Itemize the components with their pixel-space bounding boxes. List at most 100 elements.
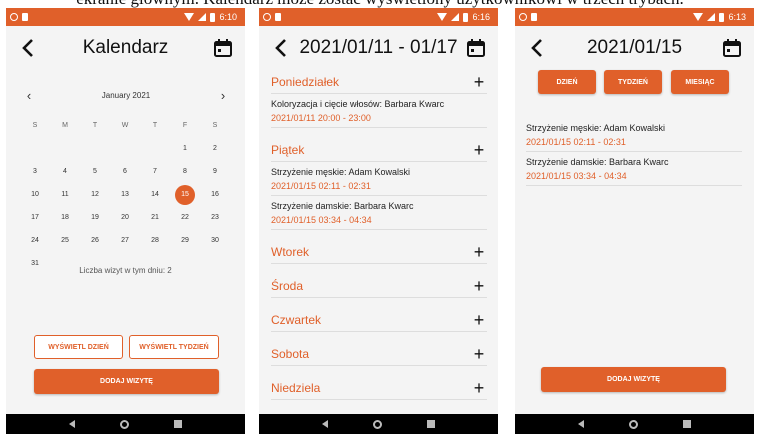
- status-time: 6:13: [728, 12, 746, 22]
- calendar-day[interactable]: 22: [170, 206, 200, 229]
- calendar-button[interactable]: [720, 36, 744, 60]
- day-header: Wtorek +: [271, 240, 487, 264]
- calendar-day[interactable]: 20: [110, 206, 140, 229]
- back-button[interactable]: [269, 36, 293, 60]
- calendar-week-row: 12: [20, 137, 230, 160]
- calendar-day[interactable]: 21: [140, 206, 170, 229]
- chevron-left-icon[interactable]: ‹: [22, 88, 36, 103]
- calendar-empty-cell: [20, 137, 50, 160]
- calendar-day[interactable]: 8: [170, 160, 200, 183]
- calendar-day-number: 30: [211, 237, 219, 244]
- day-section: Sobota +: [271, 342, 487, 366]
- calendar-day[interactable]: 5: [80, 160, 110, 183]
- calendar-day[interactable]: 18: [50, 206, 80, 229]
- nav-home-icon[interactable]: [119, 419, 129, 429]
- chevron-right-icon[interactable]: ›: [216, 88, 230, 103]
- day-name-label: Wtorek: [271, 244, 310, 259]
- plus-icon[interactable]: +: [471, 141, 487, 159]
- plus-icon[interactable]: +: [471, 379, 487, 397]
- nav-back-icon[interactable]: [68, 420, 75, 428]
- calendar-day[interactable]: 9: [200, 160, 230, 183]
- visit-item[interactable]: Strzyżenie damskie: Barbara Kwarc 2021/01…: [271, 196, 487, 230]
- calendar-day-number: 17: [31, 214, 39, 221]
- nav-home-icon[interactable]: [628, 419, 638, 429]
- calendar-day[interactable]: 3: [20, 160, 50, 183]
- tab-day-button[interactable]: DZIEŃ: [538, 70, 596, 94]
- wifi-icon: [693, 13, 704, 21]
- visit-time: 2021/01/11 20:00 - 23:00: [271, 113, 371, 123]
- back-button[interactable]: [16, 36, 40, 60]
- calendar-day[interactable]: 30: [200, 229, 230, 252]
- visit-item[interactable]: Koloryzacja i cięcie włosów: Barbara Kwa…: [271, 94, 487, 128]
- system-nav-bar: [259, 414, 498, 434]
- calendar-day[interactable]: 7: [140, 160, 170, 183]
- visit-item[interactable]: Strzyżenie damskie: Barbara Kwarc 2021/01…: [526, 152, 742, 186]
- calendar-day[interactable]: 19: [80, 206, 110, 229]
- calendar-day[interactable]: 28: [140, 229, 170, 252]
- show-week-button[interactable]: WYŚWIETL TYDZIEŃ: [129, 335, 219, 359]
- nav-recents-icon[interactable]: [174, 420, 183, 428]
- add-visit-button[interactable]: DODAJ WIZYTĘ: [34, 369, 219, 394]
- calendar-day[interactable]: 1: [170, 137, 200, 160]
- calendar-day[interactable]: 16: [200, 183, 230, 206]
- arrow-back-icon: [275, 39, 286, 57]
- calendar-day[interactable]: 6: [110, 160, 140, 183]
- sim-card-icon: [275, 13, 281, 21]
- status-bar: 6:13: [515, 8, 754, 26]
- plus-icon[interactable]: +: [471, 277, 487, 295]
- phone-screen-week: 6:16 2021/01/11 - 01/17 Poniedziałek + Kol…: [259, 8, 498, 434]
- weekday-label: M: [62, 122, 68, 129]
- tab-week-button[interactable]: TYDZIEŃ: [604, 70, 662, 94]
- calendar-day-selected[interactable]: 15: [170, 183, 200, 206]
- calendar-day[interactable]: 4: [50, 160, 80, 183]
- add-visit-button[interactable]: DODAJ WIZYTĘ: [541, 367, 726, 392]
- calendar-day-number: 8: [183, 168, 187, 175]
- day-section: Wtorek +: [271, 240, 487, 264]
- calendar-day[interactable]: 2: [200, 137, 230, 160]
- back-button[interactable]: [525, 36, 549, 60]
- calendar-empty-cell: [50, 137, 80, 160]
- visit-item[interactable]: Strzyżenie męskie: Adam Kowalski 2021/01/…: [526, 118, 742, 152]
- calendar-icon: [723, 39, 741, 57]
- sim-card-icon: [22, 13, 28, 21]
- calendar-day[interactable]: 29: [170, 229, 200, 252]
- calendar-day[interactable]: 27: [110, 229, 140, 252]
- show-day-button[interactable]: WYŚWIETL DZIEŃ: [34, 335, 123, 359]
- calendar-day[interactable]: 14: [140, 183, 170, 206]
- plus-icon[interactable]: +: [471, 345, 487, 363]
- calendar-button[interactable]: [464, 36, 488, 60]
- calendar-day[interactable]: 23: [200, 206, 230, 229]
- calendar-day[interactable]: 17: [20, 206, 50, 229]
- calendar-empty-cell: [80, 137, 110, 160]
- calendar-empty-cell: [110, 137, 140, 160]
- plus-icon[interactable]: +: [471, 243, 487, 261]
- plus-icon[interactable]: +: [471, 311, 487, 329]
- visit-item[interactable]: Strzyżenie męskie: Adam Kowalski 2021/01/…: [271, 162, 487, 196]
- calendar-day[interactable]: 11: [50, 183, 80, 206]
- nav-recents-icon[interactable]: [683, 420, 692, 428]
- nav-home-icon[interactable]: [372, 419, 382, 429]
- calendar-day[interactable]: 13: [110, 183, 140, 206]
- calendar-day[interactable]: 26: [80, 229, 110, 252]
- calendar-button[interactable]: [211, 36, 235, 60]
- notification-icon: [263, 13, 271, 21]
- plus-icon[interactable]: +: [471, 73, 487, 91]
- calendar-day[interactable]: 25: [50, 229, 80, 252]
- signal-icon: [707, 13, 716, 21]
- calendar-day-number: 26: [91, 237, 99, 244]
- calendar-week-row: 3 4 5 6 7 8 9: [20, 160, 230, 183]
- visit-time: 2021/01/15 03:34 - 04:34: [271, 215, 372, 225]
- wifi-icon: [437, 13, 448, 21]
- day-section: Środa +: [271, 274, 487, 298]
- nav-recents-icon[interactable]: [427, 420, 436, 428]
- nav-back-icon[interactable]: [321, 420, 328, 428]
- calendar-day-number: 15: [175, 184, 195, 205]
- day-section: Poniedziałek + Koloryzacja i cięcie włosów…: [271, 70, 487, 128]
- visit-time: 2021/01/15 02:11 - 02:31: [271, 181, 371, 191]
- calendar-day[interactable]: 10: [20, 183, 50, 206]
- calendar-day[interactable]: 24: [20, 229, 50, 252]
- nav-back-icon[interactable]: [577, 420, 584, 428]
- calendar-day[interactable]: 12: [80, 183, 110, 206]
- tab-month-button[interactable]: MIESIĄC: [671, 70, 729, 94]
- weekday-label: W: [121, 122, 129, 129]
